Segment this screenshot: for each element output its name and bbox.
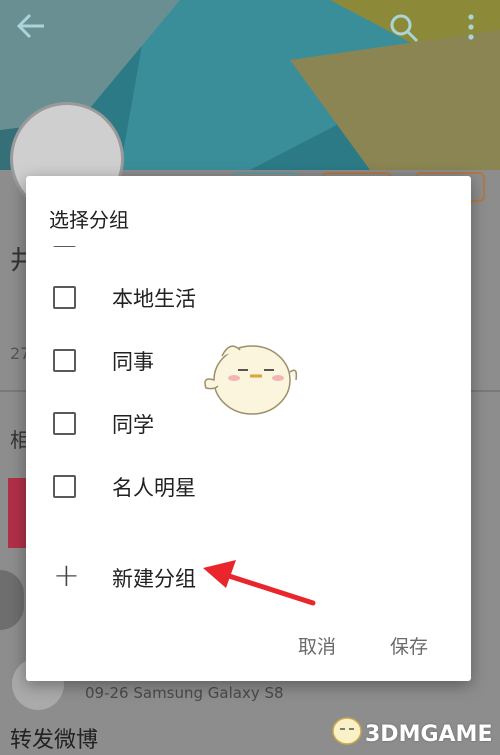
- watermark-text: 3DMGAME: [365, 722, 493, 747]
- mascot-chick-icon: [204, 345, 298, 415]
- watermark-logo-icon: [332, 717, 362, 745]
